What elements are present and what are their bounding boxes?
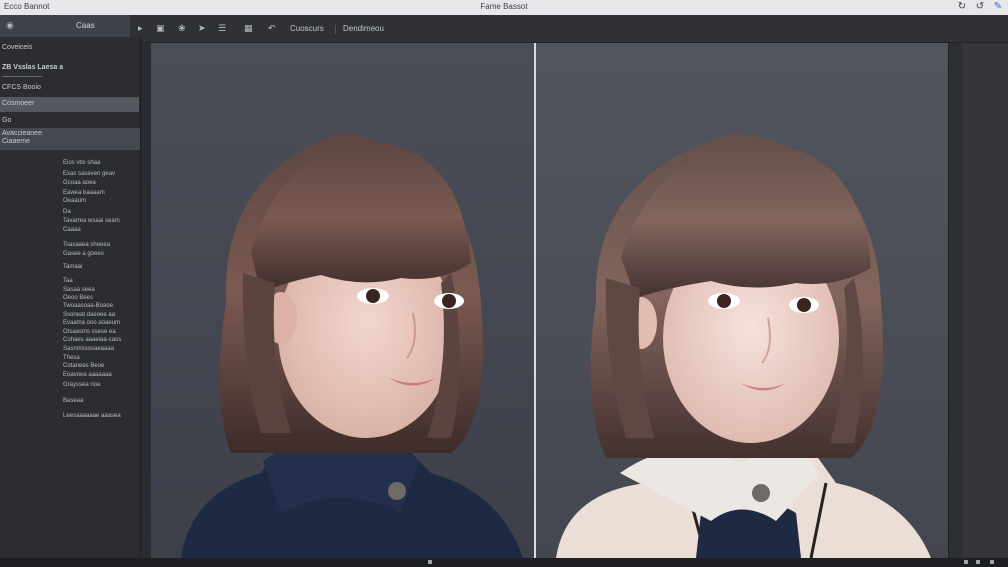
property-label: Exas saseven geav xyxy=(63,171,116,177)
tab-bar: ◉ Caas xyxy=(0,15,131,37)
property-label: Eios vbs shaa xyxy=(63,160,101,166)
title-bar: Ecco Bannot Fame Bassot ↻ ↺ ✎ xyxy=(0,0,1008,15)
refresh-icon[interactable]: ↻ xyxy=(956,1,968,13)
property-label: Ssoneat daeoee aa xyxy=(63,312,116,318)
property-label: Taa xyxy=(63,278,73,284)
status-indicator-icon xyxy=(428,560,432,564)
status-indicator-icon xyxy=(990,560,994,564)
image-canvas[interactable] xyxy=(151,43,948,558)
panel-item-selected[interactable]: Cosmoeer xyxy=(2,100,34,107)
breadcrumb-separator xyxy=(335,25,336,34)
eye-icon: ◉ xyxy=(6,20,14,30)
property-label: Sasaa seea xyxy=(63,287,95,293)
cursor-icon[interactable]: ▸ xyxy=(138,23,143,34)
sync-icon[interactable]: ↺ xyxy=(974,1,986,13)
property-label: Oeaaum xyxy=(63,198,87,204)
property-label: Gasee a goees xyxy=(63,251,104,257)
pen-icon[interactable]: ✎ xyxy=(992,1,1004,13)
property-label: Gcoaa aoea xyxy=(63,180,96,186)
brush-icon[interactable]: ❀ xyxy=(178,23,186,34)
property-label: Grayssea noa xyxy=(63,382,101,388)
panel-header: Coveiceis xyxy=(2,44,33,51)
property-label: Sasnmssosaeaaaa xyxy=(63,346,115,352)
status-indicator-icon xyxy=(976,560,980,564)
before-pane[interactable] xyxy=(151,43,534,558)
section-subtitle: Ciaaeme xyxy=(2,138,31,145)
left-panel: Coveiceis ZB Vsslas Laesa a CFCS Booio C… xyxy=(0,37,141,559)
crop-icon[interactable]: ▣ xyxy=(156,23,165,34)
property-label: Evaama ooo aoaeum xyxy=(63,320,121,326)
after-pane[interactable] xyxy=(536,43,948,558)
title-bar-icons: ↻ ↺ ✎ xyxy=(956,1,1004,13)
status-bar xyxy=(0,558,1008,567)
property-label: Eawea baaaam xyxy=(63,190,105,196)
toolbar: ▸ ▣ ❀ ➤ ☰ ▦ ↶ Cuoscurs Dendimeou xyxy=(130,15,1008,43)
property-label: Da xyxy=(63,209,71,215)
portrait-after xyxy=(556,133,931,558)
panel-title[interactable]: ZB Vsslas Laesa a xyxy=(2,64,63,71)
property-label: Cohaes aaaeiaa-caos xyxy=(63,337,122,343)
breadcrumb-item[interactable]: Cuoscurs xyxy=(290,24,324,33)
property-label: Eoavoea aaaaaaa xyxy=(63,372,112,378)
panel-underline xyxy=(2,76,42,77)
property-label: Oeoo Bees xyxy=(63,295,94,301)
tab-label: Caas xyxy=(76,21,95,30)
property-label: Tamaai xyxy=(63,264,83,270)
tab-main[interactable]: ◉ Caas xyxy=(0,15,131,37)
undo-icon[interactable]: ↶ xyxy=(268,23,276,34)
window-title: Fame Bassot xyxy=(480,2,528,11)
panel-item[interactable]: CFCS Booio xyxy=(2,84,41,91)
property-label: Baseaa xyxy=(63,398,84,404)
right-panel-inner xyxy=(963,43,1008,558)
property-label: Cotanees Beoe xyxy=(63,363,105,369)
panel-item[interactable]: Go xyxy=(2,117,11,124)
mask-icon[interactable]: ☰ xyxy=(218,23,226,34)
property-label: Tavarrea wsaai seam xyxy=(63,218,120,224)
property-label: Otsaasms ssese ea xyxy=(63,329,116,335)
status-indicator-icon xyxy=(964,560,968,564)
send-icon[interactable]: ➤ xyxy=(198,23,206,34)
property-label: Leesaaaaaae aaasea xyxy=(63,413,121,419)
portrait-before xyxy=(181,133,523,558)
property-label: Twoaasoaa-Boaoe xyxy=(63,303,114,309)
breadcrumb-current[interactable]: Dendimeou xyxy=(343,24,384,33)
property-label: Thesa xyxy=(63,355,80,361)
property-label: Caaaa xyxy=(63,227,81,233)
right-panel xyxy=(948,43,1008,558)
grid-icon[interactable]: ▦ xyxy=(244,23,253,34)
section-title[interactable]: Avaccieanee xyxy=(2,130,42,137)
property-label: Tsasaaea sheeea xyxy=(63,242,111,248)
